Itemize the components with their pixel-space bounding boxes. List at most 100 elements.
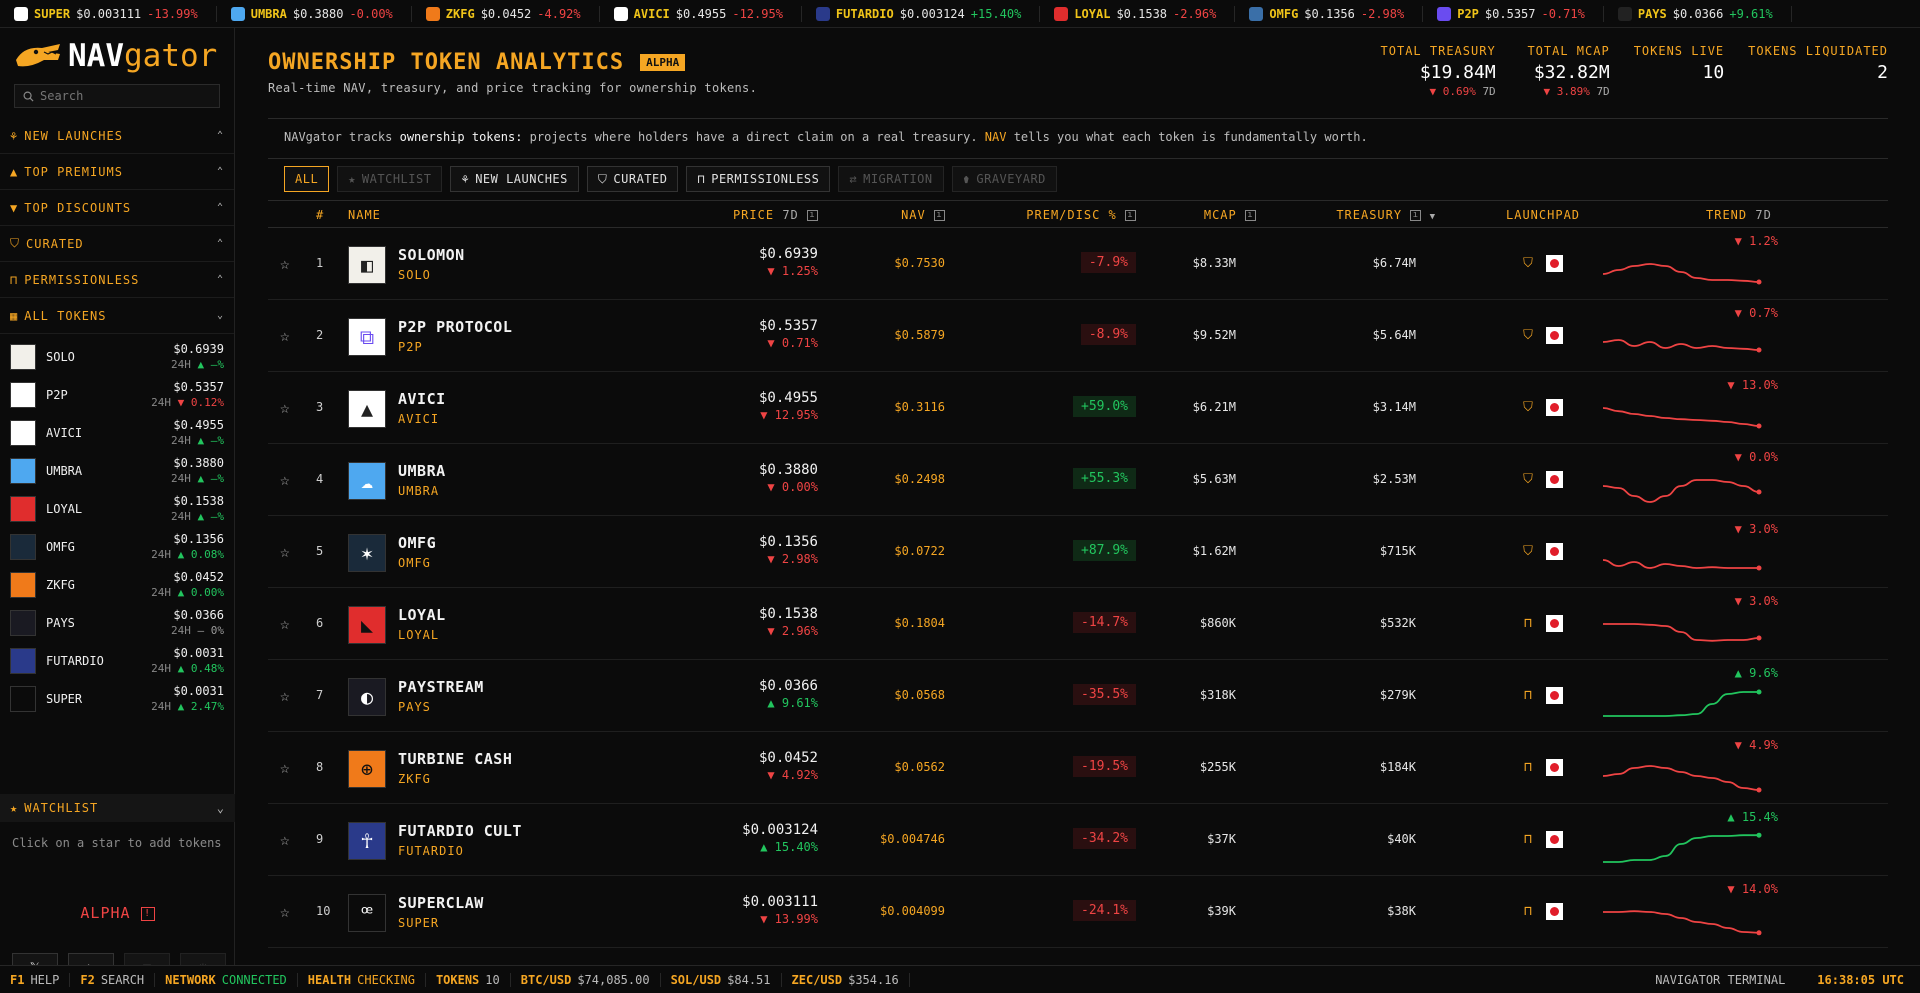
ticker-item[interactable]: UMBRA $0.3880 -0.00%: [217, 5, 412, 22]
star-icon[interactable]: ☆: [280, 614, 290, 633]
info-icon[interactable]: i: [1125, 210, 1136, 221]
star-icon[interactable]: ☆: [280, 902, 290, 921]
launchpad-logo-icon[interactable]: [1546, 615, 1563, 632]
token-name[interactable]: AVICI: [398, 389, 446, 409]
sidebar-token-pays[interactable]: PAYS $0.0366 24H — 0%: [0, 604, 234, 642]
ticker-item[interactable]: SUPER $0.003111 -13.99%: [0, 5, 217, 22]
table-row[interactable]: ☆ 7 ◐ PAYSTREAM PAYS $0.0366 ▲ 9.61% $0.0568 -35…: [268, 660, 1888, 732]
star-icon[interactable]: ☆: [280, 254, 290, 273]
page-subtitle: Real-time NAV, treasury, and price track…: [268, 81, 758, 95]
sidebar-section-top-discounts[interactable]: ▼ TOP DISCOUNTS ⌃: [0, 190, 234, 226]
star-icon[interactable]: ☆: [280, 470, 290, 489]
col-treasury[interactable]: TREASURY i ▼: [1336, 208, 1436, 222]
sidebar-token-zkfg[interactable]: ZKFG $0.0452 24H ▲ 0.00%: [0, 566, 234, 604]
star-icon[interactable]: ☆: [280, 758, 290, 777]
token-avatar: [10, 496, 36, 522]
launchpad-logo-icon[interactable]: [1546, 759, 1563, 776]
ticker-item[interactable]: ZKFG $0.0452 -4.92%: [412, 5, 600, 22]
ticker-item[interactable]: LOYAL $0.1538 -2.96%: [1040, 5, 1236, 22]
sidebar-section-curated[interactable]: ⛉ CURATED ⌃: [0, 226, 234, 262]
status-f2[interactable]: F2 SEARCH: [70, 972, 156, 987]
search-input[interactable]: [40, 89, 210, 103]
ticker-item[interactable]: PAYS $0.0366 +9.61%: [1604, 5, 1792, 22]
star-icon[interactable]: ☆: [280, 398, 290, 417]
sidebar-section-all-tokens[interactable]: ▦ ALL TOKENS ⌄: [0, 298, 234, 334]
table-row[interactable]: ☆ 5 ✶ OMFG OMFG $0.1356 ▼ 2.98% $0.0722 +87.9% $1…: [268, 516, 1888, 588]
token-name[interactable]: LOYAL: [398, 605, 446, 625]
filter-migration[interactable]: ⇄ MIGRATION: [838, 166, 944, 192]
token-name[interactable]: UMBRA: [398, 461, 446, 481]
col-launchpad[interactable]: LAUNCHPAD: [1506, 208, 1580, 222]
launchpad-logo-icon[interactable]: [1546, 471, 1563, 488]
sidebar-section-permissionless[interactable]: ⊓ PERMISSIONLESS ⌃: [0, 262, 234, 298]
ticker-item[interactable]: FUTARDIO $0.003124 +15.40%: [802, 5, 1041, 22]
star-icon[interactable]: ☆: [280, 326, 290, 345]
table-row[interactable]: ☆ 10 ꟹ SUPERCLAW SUPER $0.003111 ▼ 13.99% $0.00…: [268, 876, 1888, 948]
ticker-item[interactable]: AVICI $0.4955 -12.95%: [600, 5, 802, 22]
sidebar-token-super[interactable]: SUPER $0.0031 24H ▲ 2.47%: [0, 680, 234, 718]
sidebar-token-loyal[interactable]: LOYAL $0.1538 24H ▲ —%: [0, 490, 234, 528]
alert-icon[interactable]: !: [140, 906, 155, 921]
sidebar-token-umbra[interactable]: UMBRA $0.3880 24H ▲ —%: [0, 452, 234, 490]
sidebar-section-new-launches[interactable]: ⚘ NEW LAUNCHES ⌃: [0, 118, 234, 154]
sidebar-token-omfg[interactable]: OMFG $0.1356 24H ▲ 0.08%: [0, 528, 234, 566]
watchlist-header[interactable]: ★ WATCHLIST ⌄: [0, 794, 235, 822]
col-nav[interactable]: NAV i: [901, 208, 945, 222]
ticker-item[interactable]: OMFG $0.1356 -2.98%: [1235, 5, 1424, 22]
token-name[interactable]: TURBINE CASH: [398, 749, 512, 769]
table-row[interactable]: ☆ 1 ◧ SOLOMON SOLO $0.6939 ▼ 1.25% $0.7530 -7.9%…: [268, 228, 1888, 300]
sidebar-token-solo[interactable]: SOLO $0.6939 24H ▲ —%: [0, 338, 234, 376]
token-name[interactable]: FUTARDIO CULT: [398, 821, 522, 841]
col-mcap[interactable]: MCAP i: [1204, 208, 1256, 222]
sidebar-section-top-premiums[interactable]: ▲ TOP PREMIUMS ⌃: [0, 154, 234, 190]
col-trend[interactable]: TREND 7D: [1706, 208, 1772, 222]
row-rank: 4: [316, 472, 324, 486]
token-name[interactable]: OMFG: [398, 533, 436, 553]
sparkline-path: [1603, 263, 1760, 283]
filter-all[interactable]: ALL: [284, 166, 330, 192]
logo[interactable]: NAVgator: [0, 28, 234, 76]
filter-new-launches[interactable]: ⚘ NEW LAUNCHES: [450, 166, 579, 192]
ticker-item[interactable]: P2P $0.5357 -0.71%: [1423, 5, 1604, 22]
search-box[interactable]: [14, 84, 220, 108]
stat-total-treasury: TOTAL TREASURY $19.84M ▼ 0.69% 7D: [1381, 44, 1496, 98]
umbra-icon: [230, 6, 245, 21]
sidebar-token-p2p[interactable]: P2P $0.5357 24H ▼ 0.12%: [0, 376, 234, 414]
table-row[interactable]: ☆ 2 ⧉ P2P PROTOCOL P2P $0.5357 ▼ 0.71% $0.5879 -…: [268, 300, 1888, 372]
col-prem-disc[interactable]: PREM/DISC % i: [1026, 208, 1136, 222]
launchpad-logo-icon[interactable]: [1546, 903, 1563, 920]
status-f1[interactable]: F1 HELP: [0, 972, 71, 987]
launchpad-logo-icon[interactable]: [1546, 255, 1563, 272]
table-row[interactable]: ☆ 4 ☁ UMBRA UMBRA $0.3880 ▼ 0.00% $0.2498 +55.3%…: [268, 444, 1888, 516]
table-row[interactable]: ☆ 9 ☥ FUTARDIO CULT FUTARDIO $0.003124 ▲ 15.40…: [268, 804, 1888, 876]
star-icon[interactable]: ☆: [280, 542, 290, 561]
filter-curated[interactable]: ⛉ CURATED: [586, 166, 679, 192]
table-row[interactable]: ☆ 6 ◣ LOYAL LOYAL $0.1538 ▼ 2.96% $0.1804 -14.7%…: [268, 588, 1888, 660]
filter-permissionless[interactable]: ⊓ PERMISSIONLESS: [686, 166, 831, 192]
token-name[interactable]: SOLOMON: [398, 245, 465, 265]
table-row[interactable]: ☆ 8 ⊕ TURBINE CASH ZKFG $0.0452 ▼ 4.92% $0.0562…: [268, 732, 1888, 804]
col-name[interactable]: NAME: [348, 208, 381, 222]
filter-graveyard[interactable]: ⚱ GRAVEYARD: [951, 166, 1057, 192]
launchpad-logo-icon[interactable]: [1546, 327, 1563, 344]
info-icon[interactable]: i: [934, 210, 945, 221]
star-icon[interactable]: ☆: [280, 830, 290, 849]
info-icon[interactable]: i: [1410, 210, 1422, 221]
launchpad-logo-icon[interactable]: [1546, 543, 1563, 560]
sidebar-token-avici[interactable]: AVICI $0.4955 24H ▲ —%: [0, 414, 234, 452]
info-icon[interactable]: i: [1245, 210, 1256, 221]
filter-watchlist[interactable]: ★ WATCHLIST: [337, 166, 443, 192]
status-btc-usd: BTC/USD $74,085.00: [511, 972, 661, 987]
token-name[interactable]: PAYSTREAM: [398, 677, 484, 697]
token-name[interactable]: P2P PROTOCOL: [398, 317, 512, 337]
launchpad-logo-icon[interactable]: [1546, 831, 1563, 848]
table-row[interactable]: ☆ 3 ▲ AVICI AVICI $0.4955 ▼ 12.95% $0.3116 +59.0…: [268, 372, 1888, 444]
launchpad-logo-icon[interactable]: [1546, 399, 1563, 416]
info-icon[interactable]: i: [807, 210, 818, 221]
launchpad-logo-icon[interactable]: [1546, 687, 1563, 704]
token-name[interactable]: SUPERCLAW: [398, 893, 484, 913]
col-price[interactable]: PRICE 7D i: [733, 208, 818, 222]
star-icon[interactable]: ☆: [280, 686, 290, 705]
sidebar-token-futardio[interactable]: FUTARDIO $0.0031 24H ▲ 0.48%: [0, 642, 234, 680]
filter-label: PERMISSIONLESS: [711, 172, 820, 186]
